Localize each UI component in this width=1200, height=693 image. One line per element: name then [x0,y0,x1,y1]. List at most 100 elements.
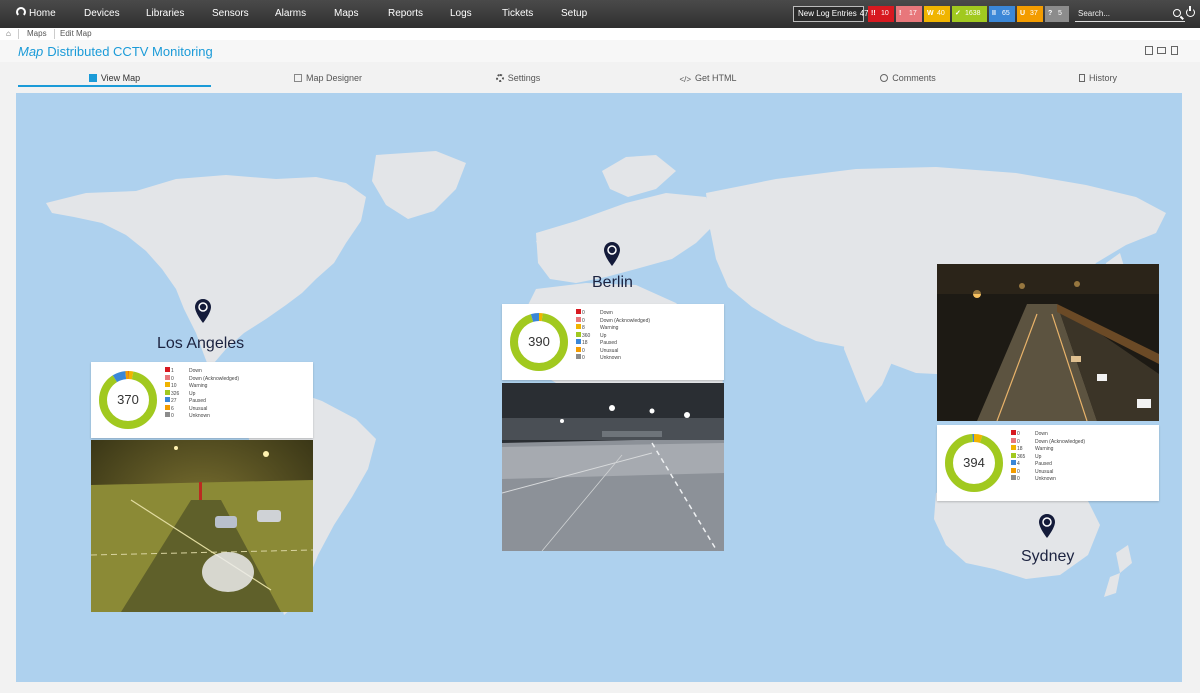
legend-row[interactable]: 365 Up [1011,452,1151,461]
legend-row[interactable]: 0 Unknown [576,354,716,362]
tab-history[interactable]: History [1038,70,1158,87]
legend-row[interactable]: 0 Unusual [1011,467,1151,476]
los-angeles-pin-icon[interactable] [194,298,212,324]
nav-maps[interactable]: Maps [334,0,358,28]
badge-paused[interactable]: II 65 [989,6,1015,22]
trash-icon[interactable] [1171,46,1178,55]
tab-view-map-label: View Map [100,73,141,83]
legend-label: Unknown [600,355,621,361]
status-swatch-icon [576,339,581,344]
badge-down[interactable]: !! 10 [868,6,894,22]
legend-row[interactable]: 10 Warning [165,382,305,390]
legend-row[interactable]: 0 Unknown [1011,475,1151,483]
legend-row[interactable]: 0 Unknown [165,412,305,420]
legend-row[interactable]: 18 Warning [1011,445,1151,453]
nav-libraries[interactable]: Libraries [146,0,184,28]
legend-count: 0 [1017,476,1020,482]
comment-icon [880,74,889,82]
badge-unknown[interactable]: ? 5 [1045,6,1069,22]
badge-warning[interactable]: W 40 [924,6,950,22]
search-input[interactable]: Search... [1075,6,1185,22]
badge-ack-icon: ! [899,10,902,17]
legend-row[interactable]: 0 Down (Acknowledged) [1011,437,1151,446]
tab-comments[interactable]: Comments [838,70,978,87]
legend-row[interactable]: 360 Up [576,331,716,340]
status-swatch-icon [576,324,581,329]
status-legend: 0 Down 0 Down (Acknowledged) 8 Warning 360 Up 18… [576,309,716,362]
home-logo-icon [16,7,26,17]
cctv-feed-los-angeles[interactable] [91,440,313,612]
nav-home-label: Home [29,8,56,19]
new-log-entries-button[interactable]: New Log Entries 47 [793,6,869,22]
nav-alarms[interactable]: Alarms [275,0,306,28]
legend-label: Up [600,332,607,339]
legend-row[interactable]: 18 Paused [576,339,716,347]
legend-label: Warning [189,383,208,389]
status-swatch-icon [576,346,581,352]
email-icon[interactable] [1157,47,1166,54]
tab-settings[interactable]: Settings [448,70,588,87]
world-map[interactable]: Los Angeles 370 1 Down 0 Down (Acknowledged… [16,93,1182,682]
tab-bar: View Map Map Designer Settings </> Get HT… [18,70,1182,88]
nav-setup[interactable]: Setup [561,0,587,28]
legend-label: Down (Acknowledged) [600,317,651,324]
legend-label: Down (Acknowledged) [189,375,240,382]
nav-logs[interactable]: Logs [450,0,472,28]
nav-tickets[interactable]: Tickets [502,0,533,28]
sensor-status-card-berlin[interactable]: 390 0 Down 0 Down (Acknowledged) 8 Warning 360… [502,304,724,380]
legend-row[interactable]: 0 Down (Acknowledged) [576,316,716,325]
legend-label: Warning [600,325,619,331]
badge-down-acknowledged[interactable]: ! 17 [896,6,922,22]
legend-label: Unusual [189,405,208,412]
app-window: Home Devices Libraries Sensors Alarms Ma… [0,0,1200,693]
top-navigation-bar: Home Devices Libraries Sensors Alarms Ma… [0,0,1200,28]
badge-up[interactable]: ✓ 1638 [952,6,987,22]
status-swatch-icon [1011,452,1016,458]
breadcrumb-edit-map[interactable]: Edit Map [60,28,92,40]
berlin-pin-icon[interactable] [603,241,621,267]
legend-label: Unknown [1035,476,1056,482]
sensor-status-card-los-angeles[interactable]: 370 1 Down 0 Down (Acknowledged) 10 Warning 32… [91,362,313,438]
tab-view-map[interactable]: View Map [18,70,211,87]
status-swatch-icon [165,374,170,380]
city-label-los-angeles: Los Angeles [157,335,245,352]
legend-row[interactable]: 326 Up [165,389,305,398]
legend-row[interactable]: 6 Unusual [165,404,305,413]
map-icon [88,74,97,82]
legend-label: Unusual [1035,468,1054,475]
nav-sensors[interactable]: Sensors [212,0,249,28]
tab-get-html[interactable]: </> Get HTML [638,70,778,87]
designer-icon [293,74,302,82]
search-placeholder: Search... [1078,9,1111,18]
badge-unusual[interactable]: U 37 [1017,6,1043,22]
home-breadcrumb-icon[interactable]: ⌂ [6,28,11,40]
logout-power-icon[interactable] [1186,6,1195,17]
tab-map-designer[interactable]: Map Designer [248,70,408,87]
cctv-feed-sydney[interactable] [937,264,1159,421]
legend-row[interactable]: 0 Unusual [576,346,716,355]
legend-row[interactable]: 0 Down [1011,430,1151,438]
sydney-pin-icon[interactable] [1038,513,1056,539]
status-swatch-icon [576,316,581,322]
sensor-status-card-sydney[interactable]: 394 0 Down 0 Down (Acknowledged) 18 Warning 36… [937,425,1159,501]
badge-paused-icon: II [992,10,996,17]
legend-row[interactable]: 27 Paused [165,397,305,405]
legend-row[interactable]: 0 Down [576,309,716,317]
search-icon[interactable] [1173,9,1181,17]
nav-reports[interactable]: Reports [388,0,423,28]
badge-paused-count: 65 [1002,10,1010,17]
nav-home[interactable]: Home [16,0,56,28]
badge-unknown-icon: ? [1048,10,1053,17]
legend-row[interactable]: 1 Down [165,367,305,375]
edit-icon[interactable] [1145,46,1153,55]
page-title: Map Distributed CCTV Monitoring [18,44,213,59]
cctv-feed-berlin[interactable] [502,383,724,551]
status-swatch-icon [165,397,170,402]
legend-row[interactable]: 8 Warning [576,324,716,332]
legend-row[interactable]: 0 Down (Acknowledged) [165,374,305,383]
legend-row[interactable]: 4 Paused [1011,460,1151,468]
log-entries-label: New Log Entries [798,9,857,18]
nav-devices[interactable]: Devices [84,0,120,28]
breadcrumb-maps[interactable]: Maps [27,28,47,40]
status-swatch-icon [165,412,170,417]
